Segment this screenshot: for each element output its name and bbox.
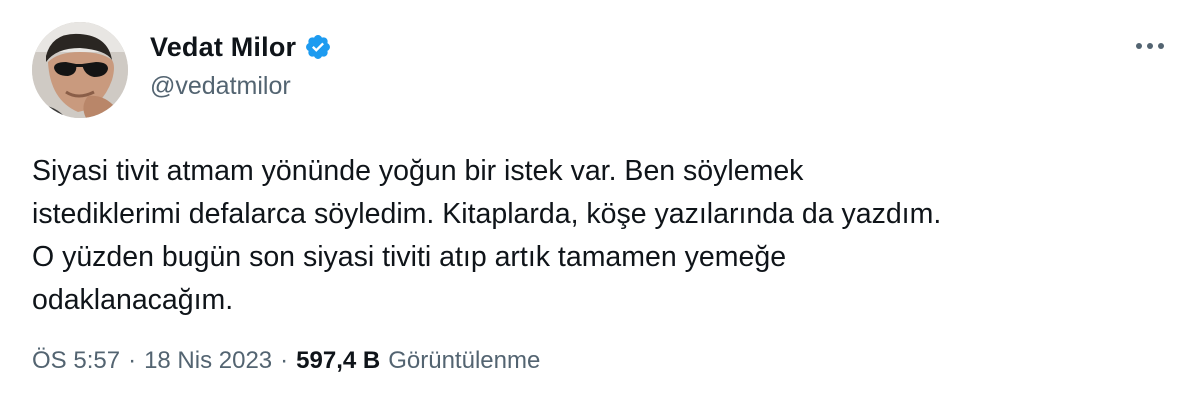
author-display-name[interactable]: Vedat Milor — [150, 32, 296, 63]
tweet-date[interactable]: 18 Nis 2023 — [144, 347, 272, 375]
tweet-text-line: istediklerimi defalarca söyledim. Kitapl… — [32, 198, 942, 230]
more-options-icon — [1136, 43, 1164, 49]
views-label: Görüntülenme — [388, 347, 541, 374]
tweet-text-line: odaklanacağım. — [32, 284, 234, 316]
tweet-time[interactable]: ÖS 5:57 — [32, 347, 120, 375]
views-count[interactable]: 597,4 B — [296, 347, 380, 375]
author-name-row: Vedat Milor — [150, 30, 332, 64]
verified-badge-icon[interactable] — [304, 33, 332, 61]
tweet-meta: ÖS 5:57 · 18 Nis 2023 · 597,4 B Görüntül… — [32, 344, 540, 378]
meta-separator: · — [128, 347, 137, 374]
meta-separator: · — [280, 347, 289, 374]
tweet-text: Siyasi tivit atmam yönünde yoğun bir ist… — [32, 150, 1172, 322]
tweet-card: Vedat Milor @vedatmilor Siyasi tivit atm… — [0, 0, 1200, 401]
more-options-button[interactable] — [1128, 34, 1172, 58]
tweet-text-line: O yüzden bugün son siyasi tiviti atıp ar… — [32, 241, 787, 273]
avatar[interactable] — [32, 22, 128, 118]
tweet-text-line: Siyasi tivit atmam yönünde yoğun bir ist… — [32, 155, 804, 187]
author-handle[interactable]: @vedatmilor — [150, 72, 291, 101]
profile-photo — [32, 22, 128, 118]
